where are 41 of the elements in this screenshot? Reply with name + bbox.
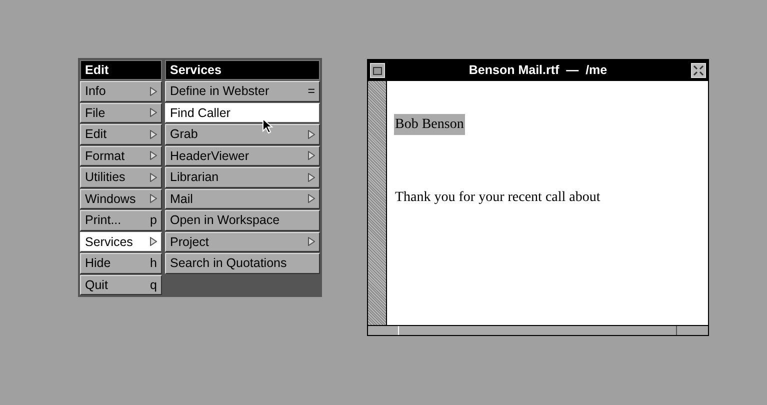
menu-item[interactable]: File [80, 102, 162, 123]
menu-item[interactable]: Open in Workspace [165, 210, 320, 230]
miniaturize-button[interactable] [370, 63, 385, 78]
menu-item[interactable]: HeaderViewer [165, 146, 320, 166]
menu-item[interactable]: Hide h [80, 253, 162, 274]
mouse-pointer-icon [262, 118, 274, 134]
menu-item[interactable]: Format [80, 146, 162, 166]
menu-item[interactable]: Windows [80, 188, 162, 209]
menu-item[interactable]: Quit q [80, 274, 162, 295]
menu-item[interactable]: Find Caller [165, 102, 320, 123]
submenu-arrow-icon [150, 151, 157, 160]
submenu-arrow-icon [150, 108, 157, 118]
menu-item[interactable]: Utilities [80, 167, 162, 188]
menu-item[interactable]: Librarian [165, 167, 320, 188]
menu-item[interactable]: Print... p [80, 210, 162, 230]
submenu-arrow-icon [150, 172, 157, 182]
submenu-arrow-icon [308, 194, 315, 204]
horizontal-scrollbar[interactable] [368, 325, 708, 335]
menu-item[interactable]: Grab [165, 124, 320, 144]
menu-title: Edit [80, 60, 162, 80]
menu-item[interactable]: Define in Webster = [165, 81, 320, 102]
submenu-arrow-icon [150, 237, 157, 246]
menu-item[interactable]: Search in Quotations [165, 253, 320, 274]
close-button[interactable] [691, 63, 706, 78]
submenu-arrow-icon [308, 172, 315, 182]
menu-item[interactable]: Mail [165, 188, 320, 209]
menu-item[interactable]: Services [80, 232, 162, 252]
submenu-arrow-icon [150, 86, 157, 96]
window-title: Benson Mail.rtf — /me [468, 62, 608, 80]
submenu-arrow-icon [308, 151, 315, 160]
menu-title: Services [165, 60, 320, 80]
submenu-arrow-icon [150, 194, 157, 204]
menu-item[interactable]: Project [165, 232, 320, 252]
menu-item[interactable]: Info [80, 81, 162, 102]
submenu-arrow-icon [150, 130, 157, 139]
submenu-arrow-icon [308, 130, 315, 139]
paragraph: Thank you for your recent call about [394, 189, 602, 207]
close-icon [693, 65, 704, 76]
menu-item[interactable]: Edit [80, 124, 162, 144]
paragraph: Bob Benson [394, 114, 465, 135]
submenu-arrow-icon [308, 237, 315, 246]
